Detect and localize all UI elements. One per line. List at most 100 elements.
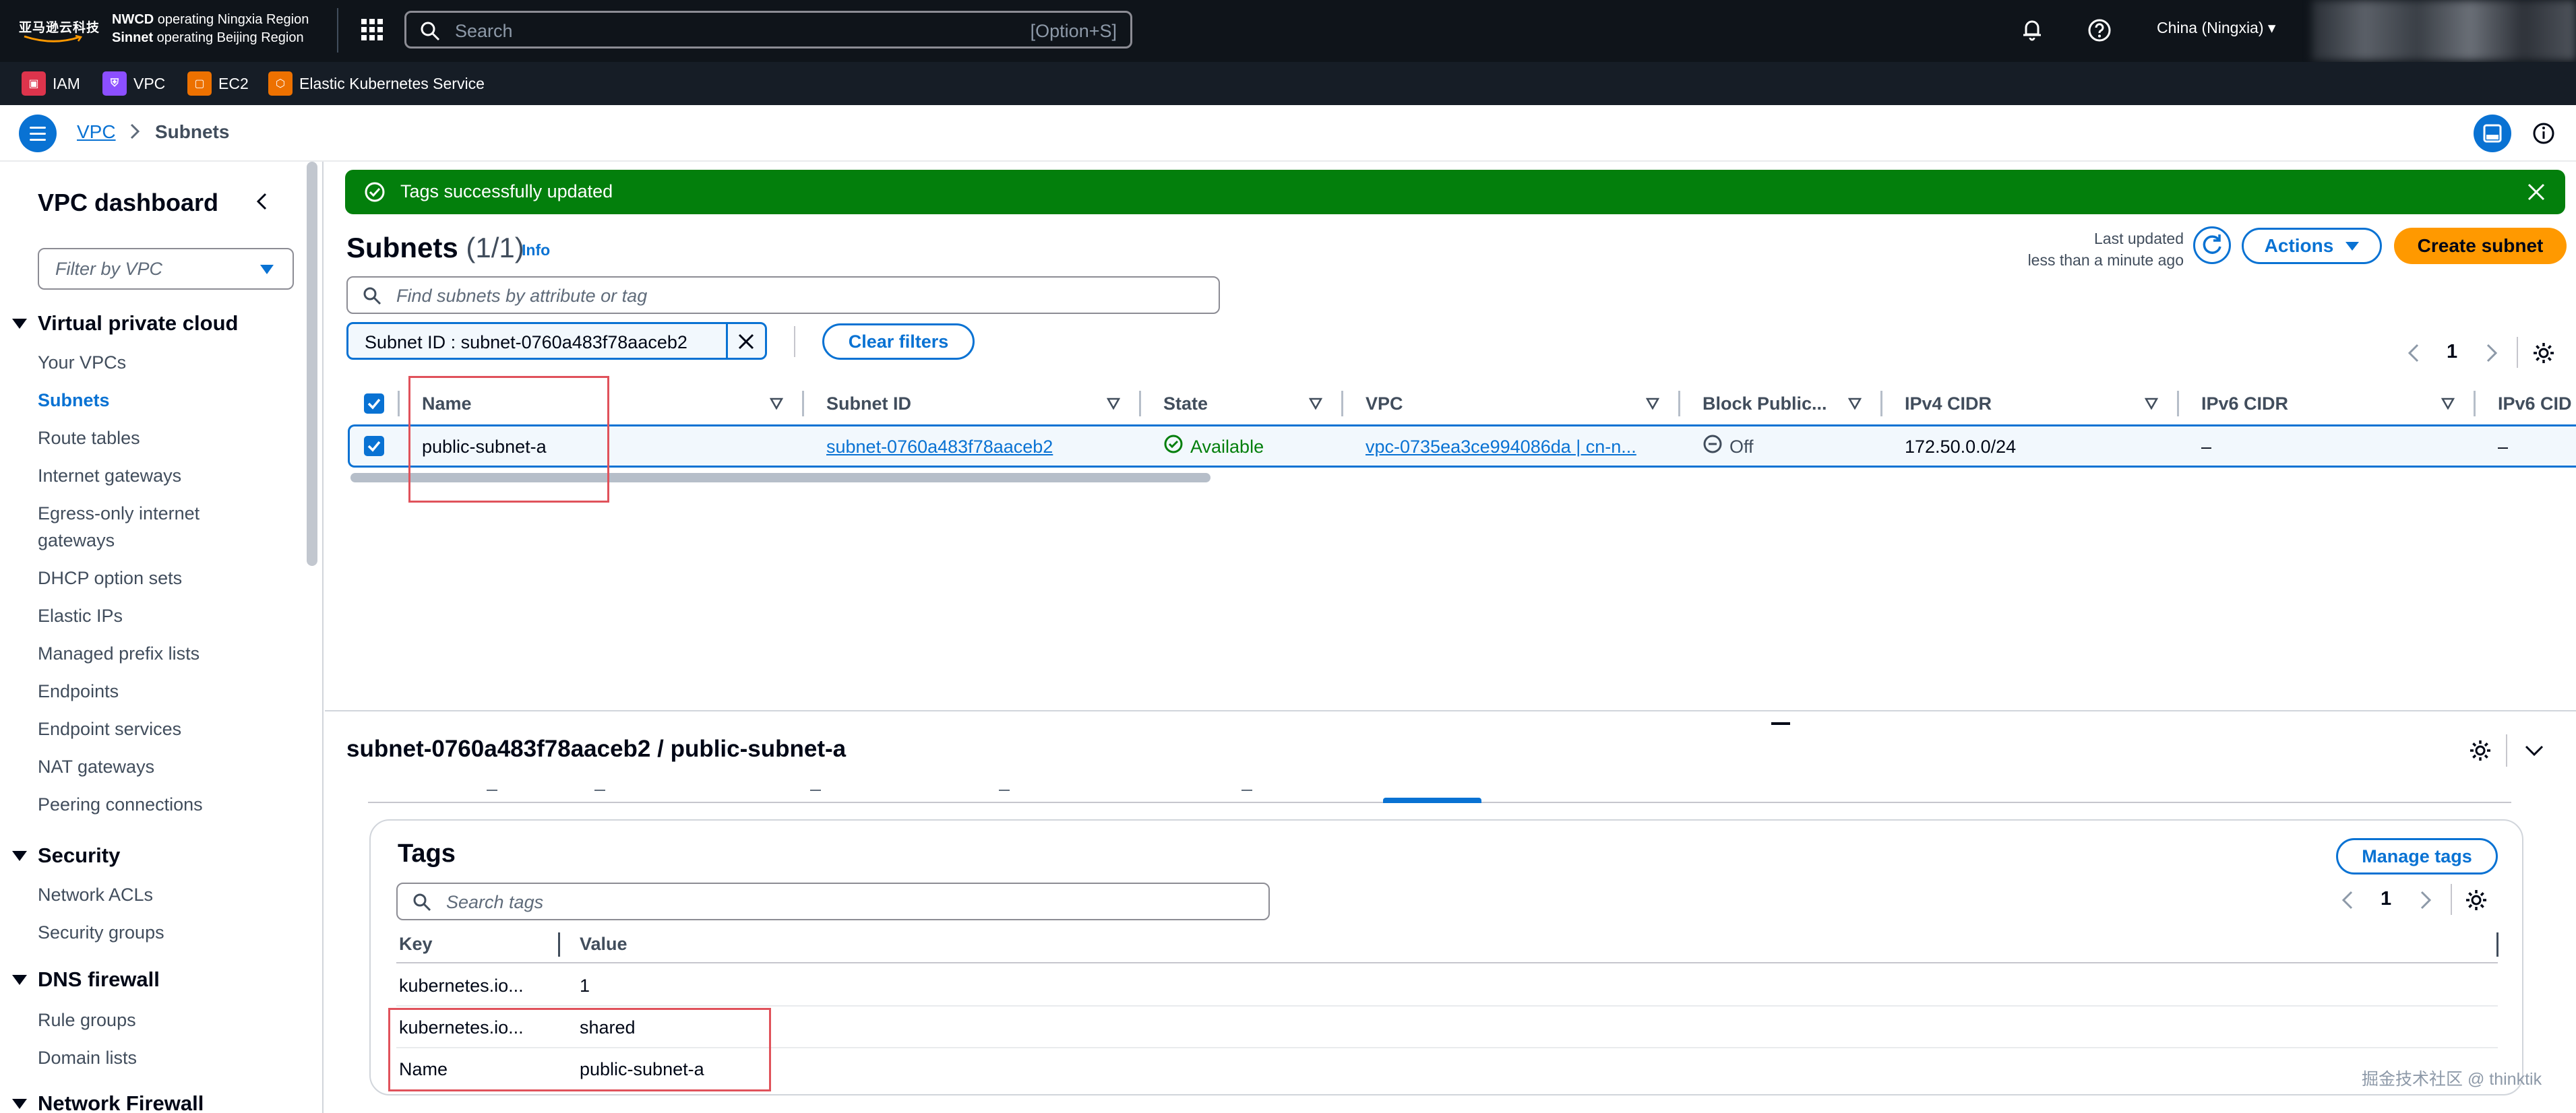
sidebar-item-rule-groups[interactable]: Rule groups	[38, 1007, 136, 1034]
help-icon[interactable]	[2087, 18, 2112, 43]
hamburger-menu-button[interactable]	[19, 115, 57, 152]
gear-icon[interactable]	[2468, 738, 2492, 763]
sort-icon[interactable]	[1107, 398, 1120, 410]
check-icon	[367, 441, 381, 452]
column-header-ipv4-cidr[interactable]: IPv4 CIDR	[1905, 393, 1992, 414]
info-icon[interactable]	[2532, 121, 2556, 146]
close-icon[interactable]	[2526, 182, 2546, 202]
sidebar-item-dhcp-option-sets[interactable]: DHCP option sets	[38, 565, 182, 592]
info-link[interactable]: Info	[522, 241, 550, 259]
sidebar-item-egress-only-gateways[interactable]: Egress-only internet gateways	[38, 500, 200, 554]
favorite-ec2[interactable]: ▢ EC2	[187, 70, 249, 97]
sidebar-scrollbar[interactable]	[307, 162, 317, 566]
sidebar-item-network-acls[interactable]: Network ACLs	[38, 881, 153, 908]
sidebar-item-your-vpcs[interactable]: Your VPCs	[38, 349, 126, 376]
column-header-block-public[interactable]: Block Public...	[1703, 393, 1827, 414]
sidebar-item-domain-lists[interactable]: Domain lists	[38, 1044, 137, 1071]
expand-triangle-icon	[12, 318, 27, 329]
row-checkbox[interactable]	[364, 436, 384, 456]
chevron-down-icon[interactable]	[2523, 742, 2545, 759]
clear-filters-button[interactable]: Clear filters	[822, 323, 975, 360]
remove-filter-icon[interactable]	[735, 331, 757, 352]
sort-icon[interactable]	[1646, 398, 1659, 410]
search-icon	[363, 287, 381, 305]
sidebar-item-internet-gateways[interactable]: Internet gateways	[38, 462, 181, 489]
section-network-firewall[interactable]: Network Firewall	[12, 1091, 204, 1113]
create-subnet-button[interactable]: Create subnet	[2394, 228, 2567, 264]
tab-hidden[interactable]	[594, 786, 605, 791]
collapse-sidebar-icon[interactable]	[252, 191, 272, 212]
account-menu-redacted[interactable]	[2312, 0, 2576, 61]
page-number[interactable]: 1	[2381, 888, 2391, 910]
sidebar-item-route-tables[interactable]: Route tables	[38, 424, 140, 451]
column-divider	[2474, 391, 2476, 416]
section-security[interactable]: Security	[12, 844, 120, 868]
region-selector[interactable]: China (Ningxia) ▾	[2157, 19, 2275, 37]
favorite-iam[interactable]: ▣ IAM	[22, 70, 80, 97]
column-divider	[2177, 391, 2179, 416]
search-icon	[413, 893, 431, 912]
resize-handle[interactable]	[1771, 722, 1790, 725]
notifications-bell-icon[interactable]	[2019, 16, 2045, 42]
chevron-right-icon[interactable]	[2418, 889, 2433, 911]
column-header-state[interactable]: State	[1163, 393, 1208, 414]
filter-token[interactable]: Subnet ID : subnet-0760a483f78aaceb2	[346, 322, 767, 360]
chevron-right-icon[interactable]	[2484, 342, 2499, 364]
column-header-ipv6-cidr-2[interactable]: IPv6 CID	[2498, 393, 2572, 414]
cell-state: Available	[1190, 437, 1264, 457]
sort-icon[interactable]	[2441, 398, 2455, 410]
sidebar-title[interactable]: VPC dashboard	[38, 189, 218, 217]
refresh-button[interactable]	[2193, 226, 2231, 264]
sidebar-item-endpoint-services[interactable]: Endpoint services	[38, 716, 181, 742]
sort-icon[interactable]	[2145, 398, 2158, 410]
subnet-filter-input[interactable]: Find subnets by attribute or tag	[346, 276, 1220, 314]
tab-tags-active[interactable]	[1383, 798, 1481, 803]
section-virtual-private-cloud[interactable]: Virtual private cloud	[12, 311, 238, 336]
global-search-input[interactable]: Search [Option+S]	[404, 11, 1132, 49]
column-header-ipv6-cidr[interactable]: IPv6 CIDR	[2201, 393, 2288, 414]
filter-by-vpc-select[interactable]: Filter by VPC	[38, 248, 294, 290]
sort-icon[interactable]	[1309, 398, 1322, 410]
actions-dropdown-button[interactable]: Actions	[2242, 228, 2382, 264]
tags-column-value[interactable]: Value	[580, 934, 627, 955]
tab-hidden[interactable]	[487, 786, 497, 791]
apps-grid-icon[interactable]	[360, 18, 384, 42]
column-header-vpc[interactable]: VPC	[1366, 393, 1403, 414]
column-header-subnet-id[interactable]: Subnet ID	[826, 393, 911, 414]
cell-vpc-link[interactable]: vpc-0735ea3ce994086da | cn-n...	[1366, 437, 1636, 457]
divider	[2506, 734, 2507, 767]
sort-icon[interactable]	[1848, 398, 1862, 410]
chevron-left-icon[interactable]	[2340, 889, 2355, 911]
sort-icon[interactable]	[770, 398, 783, 410]
sidebar-item-endpoints[interactable]: Endpoints	[38, 678, 119, 705]
tab-hidden[interactable]	[999, 786, 1010, 791]
sidebar-item-nat-gateways[interactable]: NAT gateways	[38, 753, 154, 780]
page-number[interactable]: 1	[2447, 341, 2457, 363]
section-dns-firewall[interactable]: DNS firewall	[12, 967, 160, 992]
gear-icon[interactable]	[2464, 888, 2488, 912]
sidebar-item-security-groups[interactable]: Security groups	[38, 919, 164, 946]
column-divider	[398, 391, 400, 416]
aws-logo[interactable]: 亚马逊云科技	[19, 18, 100, 44]
cell-subnet-id-link[interactable]: subnet-0760a483f78aaceb2	[826, 437, 1053, 457]
divider	[2451, 884, 2452, 915]
favorite-vpc[interactable]: ⛨ VPC	[102, 70, 165, 97]
sidebar-item-subnets[interactable]: Subnets	[38, 387, 110, 414]
manage-tags-button[interactable]: Manage tags	[2336, 838, 2498, 874]
sidebar-item-peering-connections[interactable]: Peering connections	[38, 791, 203, 818]
operator-beijing: Sinnet	[112, 30, 154, 45]
tags-column-key[interactable]: Key	[399, 934, 433, 955]
breadcrumb-bar: VPC Subnets	[0, 105, 2576, 162]
tab-hidden[interactable]	[1241, 786, 1252, 791]
gear-icon[interactable]	[2532, 341, 2556, 365]
table-row[interactable]: public-subnet-a subnet-0760a483f78aaceb2…	[348, 424, 2576, 468]
favorite-eks[interactable]: ⬡ Elastic Kubernetes Service	[268, 70, 485, 97]
sidebar-item-managed-prefix-lists[interactable]: Managed prefix lists	[38, 640, 200, 667]
tab-hidden[interactable]	[810, 786, 821, 791]
select-all-checkbox[interactable]	[364, 393, 384, 414]
sidebar-item-elastic-ips[interactable]: Elastic IPs	[38, 602, 123, 629]
split-panel-toggle-button[interactable]	[2474, 115, 2511, 152]
tags-search-input[interactable]: Search tags	[396, 883, 1270, 920]
breadcrumb-vpc-link[interactable]: VPC	[77, 121, 116, 143]
chevron-left-icon[interactable]	[2406, 342, 2421, 364]
